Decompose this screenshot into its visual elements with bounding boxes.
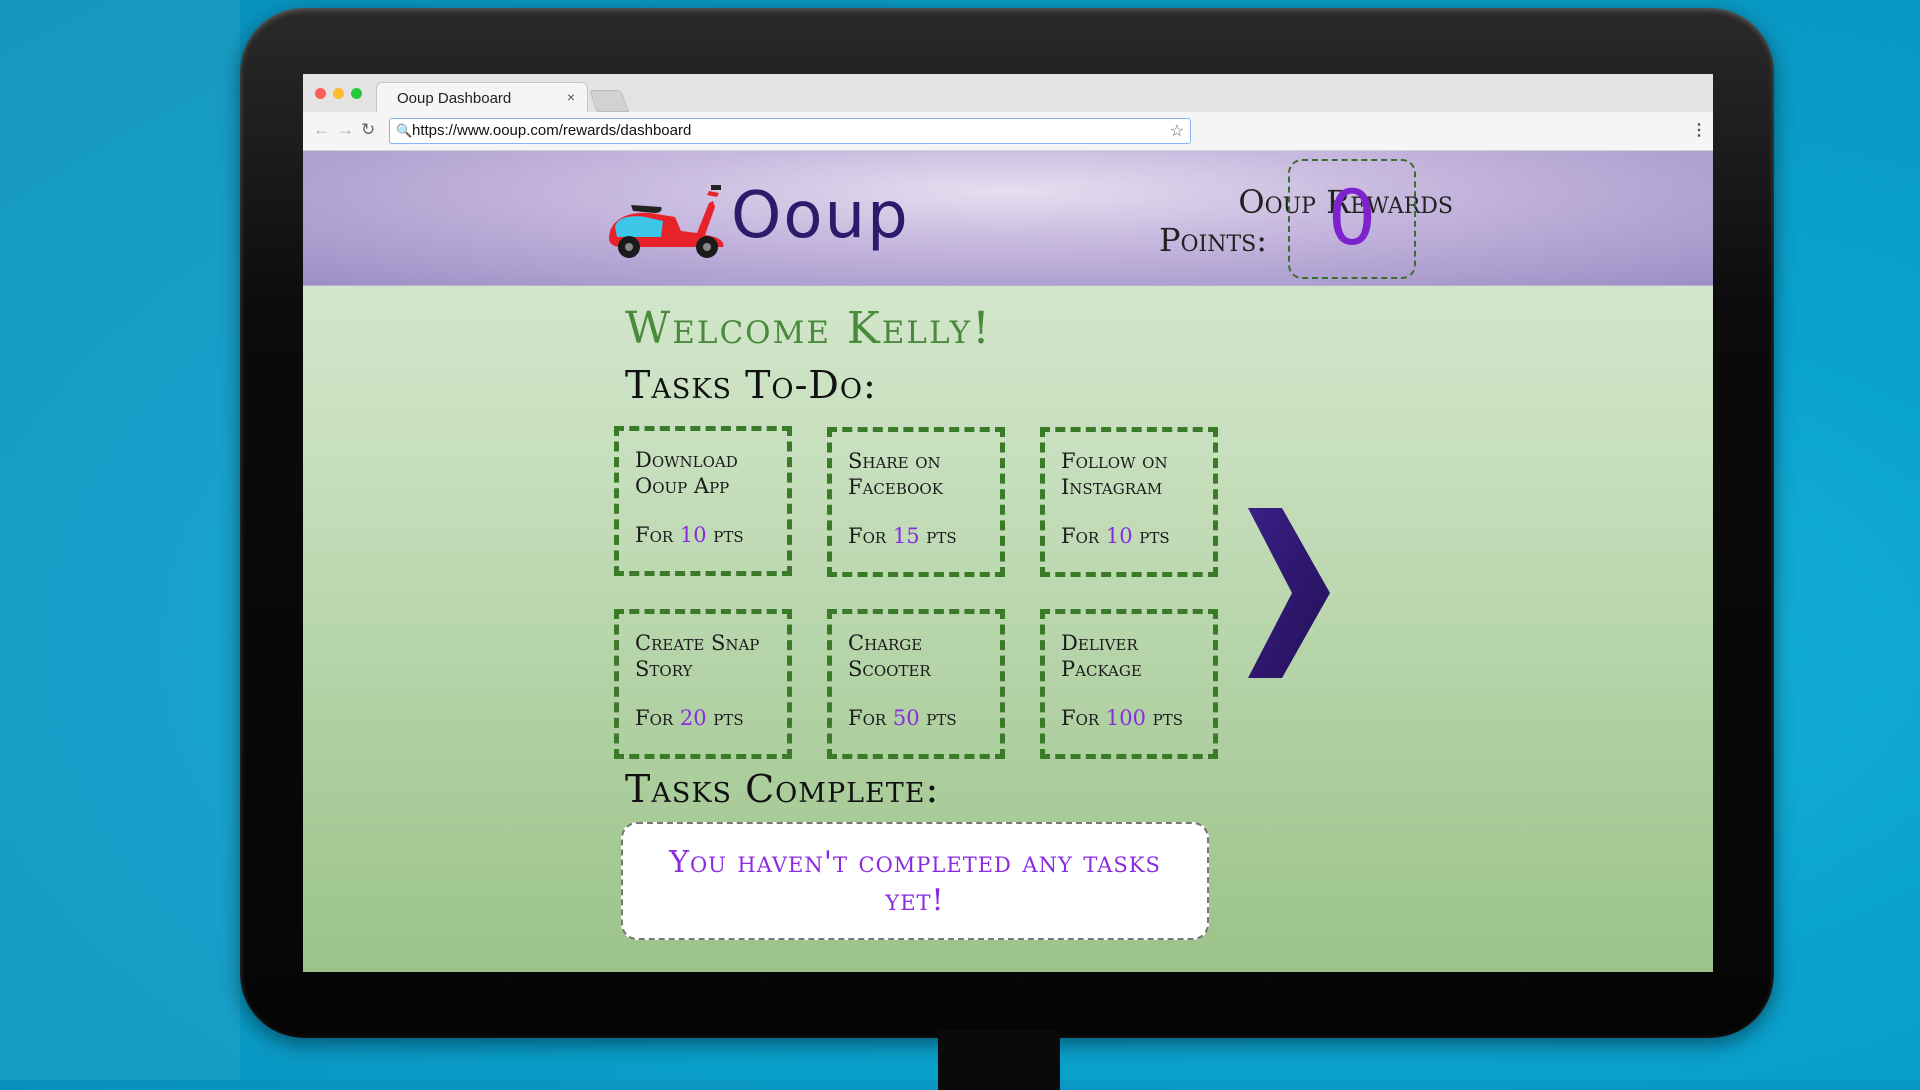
- task-card[interactable]: Follow on Instagram For 10 pts: [1040, 427, 1218, 577]
- task-points-prefix: For: [635, 523, 674, 547]
- task-name: Charge Scooter: [848, 631, 931, 681]
- monitor-screen: Ooup Dashboard × ← → ↻ 🔍 https://www.oou…: [303, 74, 1713, 972]
- points-box: 0: [1288, 159, 1416, 279]
- reload-icon[interactable]: ↻: [361, 120, 375, 140]
- scooter-icon: [609, 185, 724, 258]
- tasks-complete-heading: Tasks Complete:: [625, 767, 940, 811]
- task-points-value: 10: [679, 523, 707, 547]
- task-points-prefix: For: [848, 524, 887, 548]
- task-points: For 15 pts: [848, 524, 957, 548]
- task-points-prefix: For: [635, 706, 674, 730]
- task-name: Download Ooup App: [635, 448, 738, 498]
- monitor-stand: [938, 1030, 1060, 1090]
- search-icon: 🔍: [396, 123, 413, 138]
- task-points-value: 10: [1105, 524, 1133, 548]
- dashboard-page: Ooup Ooup Rewards Points: 0 Welcome Kell…: [303, 151, 1713, 972]
- task-points-prefix: For: [848, 706, 887, 730]
- task-points-value: 100: [1105, 706, 1146, 730]
- tasks-complete-box: You haven't completed any tasks yet!: [621, 822, 1209, 940]
- browser-tab-strip: Ooup Dashboard ×: [303, 74, 1713, 113]
- task-points: For 20 pts: [635, 706, 744, 730]
- task-points: For 10 pts: [635, 523, 744, 547]
- task-name: Follow on Instagram: [1061, 449, 1168, 499]
- task-points-suffix: pts: [1139, 524, 1170, 548]
- task-name: Create Snap Story: [635, 631, 760, 681]
- background-left: [0, 0, 240, 1080]
- empty-state-message: You haven't completed any tasks yet!: [669, 845, 1161, 918]
- address-bar[interactable]: 🔍 https://www.ooup.com/rewards/dashboard…: [389, 118, 1191, 144]
- task-points-prefix: For: [1061, 524, 1100, 548]
- task-points: For 50 pts: [848, 706, 957, 730]
- points-value: 0: [1327, 173, 1377, 262]
- task-points-prefix: For: [1061, 706, 1100, 730]
- task-points-value: 15: [892, 524, 920, 548]
- url-text[interactable]: https://www.ooup.com/rewards/dashboard: [412, 122, 691, 139]
- task-card[interactable]: Download Ooup App For 10 pts: [614, 426, 792, 576]
- welcome-heading: Welcome Kelly!: [625, 303, 992, 354]
- task-points: For 10 pts: [1061, 524, 1170, 548]
- close-window-button[interactable]: [315, 88, 326, 99]
- new-tab-button[interactable]: [588, 90, 630, 112]
- task-points-suffix: pts: [1152, 706, 1184, 730]
- minimize-window-button[interactable]: [333, 88, 344, 99]
- task-points-suffix: pts: [713, 706, 744, 730]
- arrow-left-icon[interactable]: ←: [313, 120, 330, 140]
- tab-close-icon[interactable]: ×: [567, 89, 575, 105]
- task-card[interactable]: Deliver Package For 100 pts: [1040, 609, 1218, 759]
- tab-title: Ooup Dashboard: [397, 90, 512, 107]
- tasks-todo-heading: Tasks To-Do:: [625, 363, 877, 407]
- page-header: Ooup Ooup Rewards Points: 0: [303, 151, 1713, 286]
- star-icon[interactable]: ☆: [1170, 121, 1184, 141]
- task-card[interactable]: Charge Scooter For 50 pts: [827, 609, 1005, 759]
- task-card[interactable]: Share on Facebook For 15 pts: [827, 427, 1005, 577]
- task-points: For 100 pts: [1061, 706, 1183, 730]
- task-points-suffix: pts: [713, 523, 744, 547]
- task-name: Deliver Package: [1061, 631, 1142, 681]
- task-card[interactable]: Create Snap Story For 20 pts: [614, 609, 792, 759]
- task-points-suffix: pts: [926, 524, 957, 548]
- maximize-window-button[interactable]: [351, 88, 362, 99]
- chevron-right-icon[interactable]: [1248, 508, 1330, 678]
- brand-name: Ooup: [731, 179, 910, 253]
- browser-toolbar: ← → ↻ 🔍 https://www.ooup.com/rewards/das…: [303, 112, 1713, 151]
- browser-tab[interactable]: Ooup Dashboard ×: [376, 82, 588, 113]
- kebab-menu-icon[interactable]: ⋮: [1691, 120, 1707, 140]
- task-name: Share on Facebook: [848, 449, 943, 499]
- task-points-suffix: pts: [926, 706, 957, 730]
- arrow-right-icon[interactable]: →: [337, 120, 354, 140]
- task-points-value: 20: [679, 706, 707, 730]
- task-points-value: 50: [892, 706, 920, 730]
